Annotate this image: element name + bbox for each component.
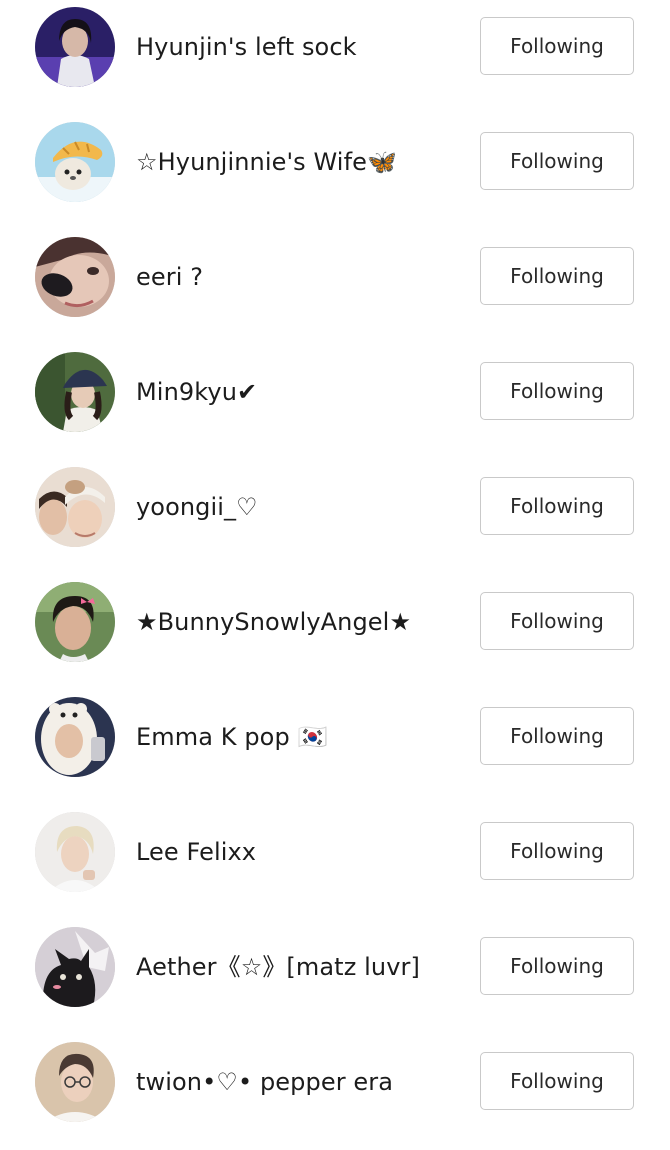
list-item[interactable]: ★BunnySnowlyAngel★ Following: [0, 575, 670, 690]
list-item[interactable]: Hyunjin's left sock Following: [0, 0, 670, 115]
list-item[interactable]: ☆Hyunjinnie's Wife🦋 Following: [0, 115, 670, 230]
username[interactable]: Lee Felixx: [136, 835, 256, 869]
avatar-face-sunglasses[interactable]: [35, 237, 115, 317]
list-item[interactable]: Emma K pop 🇰🇷 Following: [0, 690, 670, 805]
list-item[interactable]: yoongii_♡ Following: [0, 460, 670, 575]
username[interactable]: Min9kyu✔: [136, 375, 257, 409]
avatar-person-glasses[interactable]: [35, 1042, 115, 1122]
username[interactable]: yoongii_♡: [136, 490, 258, 524]
username[interactable]: ☆Hyunjinnie's Wife🦋: [136, 145, 397, 179]
username[interactable]: Aether《☆》[matz luvr]: [136, 950, 420, 984]
avatar-blond-person[interactable]: [35, 812, 115, 892]
avatar-person-costume-selfie[interactable]: [35, 697, 115, 777]
username[interactable]: eeri ?: [136, 260, 203, 294]
following-button[interactable]: Following: [480, 132, 634, 190]
avatar-seal-with-fish-hat[interactable]: [35, 122, 115, 202]
following-button[interactable]: Following: [480, 17, 634, 75]
avatar-two-people-selfie[interactable]: [35, 467, 115, 547]
following-button[interactable]: Following: [480, 822, 634, 880]
list-item[interactable]: eeri ? Following: [0, 230, 670, 345]
username[interactable]: ★BunnySnowlyAngel★: [136, 605, 411, 639]
list-item[interactable]: Lee Felixx Following: [0, 805, 670, 920]
following-button[interactable]: Following: [480, 707, 634, 765]
avatar-dark-portrait[interactable]: [35, 7, 115, 87]
following-button[interactable]: Following: [480, 1052, 634, 1110]
list-item[interactable]: twion•♡• pepper era Following: [0, 1035, 670, 1150]
list-item[interactable]: Min9kyu✔ Following: [0, 345, 670, 460]
username[interactable]: Hyunjin's left sock: [136, 30, 357, 64]
avatar-person-pink-bow[interactable]: [35, 582, 115, 662]
avatar-black-cat-drawing[interactable]: [35, 927, 115, 1007]
username[interactable]: twion•♡• pepper era: [136, 1065, 393, 1099]
following-button[interactable]: Following: [480, 592, 634, 650]
following-list: Hyunjin's left sock Following ☆Hyunjinni…: [0, 0, 670, 1150]
following-button[interactable]: Following: [480, 247, 634, 305]
following-button[interactable]: Following: [480, 937, 634, 995]
following-button[interactable]: Following: [480, 362, 634, 420]
avatar-person-bucket-hat[interactable]: [35, 352, 115, 432]
following-button[interactable]: Following: [480, 477, 634, 535]
username[interactable]: Emma K pop 🇰🇷: [136, 720, 328, 754]
list-item[interactable]: Aether《☆》[matz luvr] Following: [0, 920, 670, 1035]
